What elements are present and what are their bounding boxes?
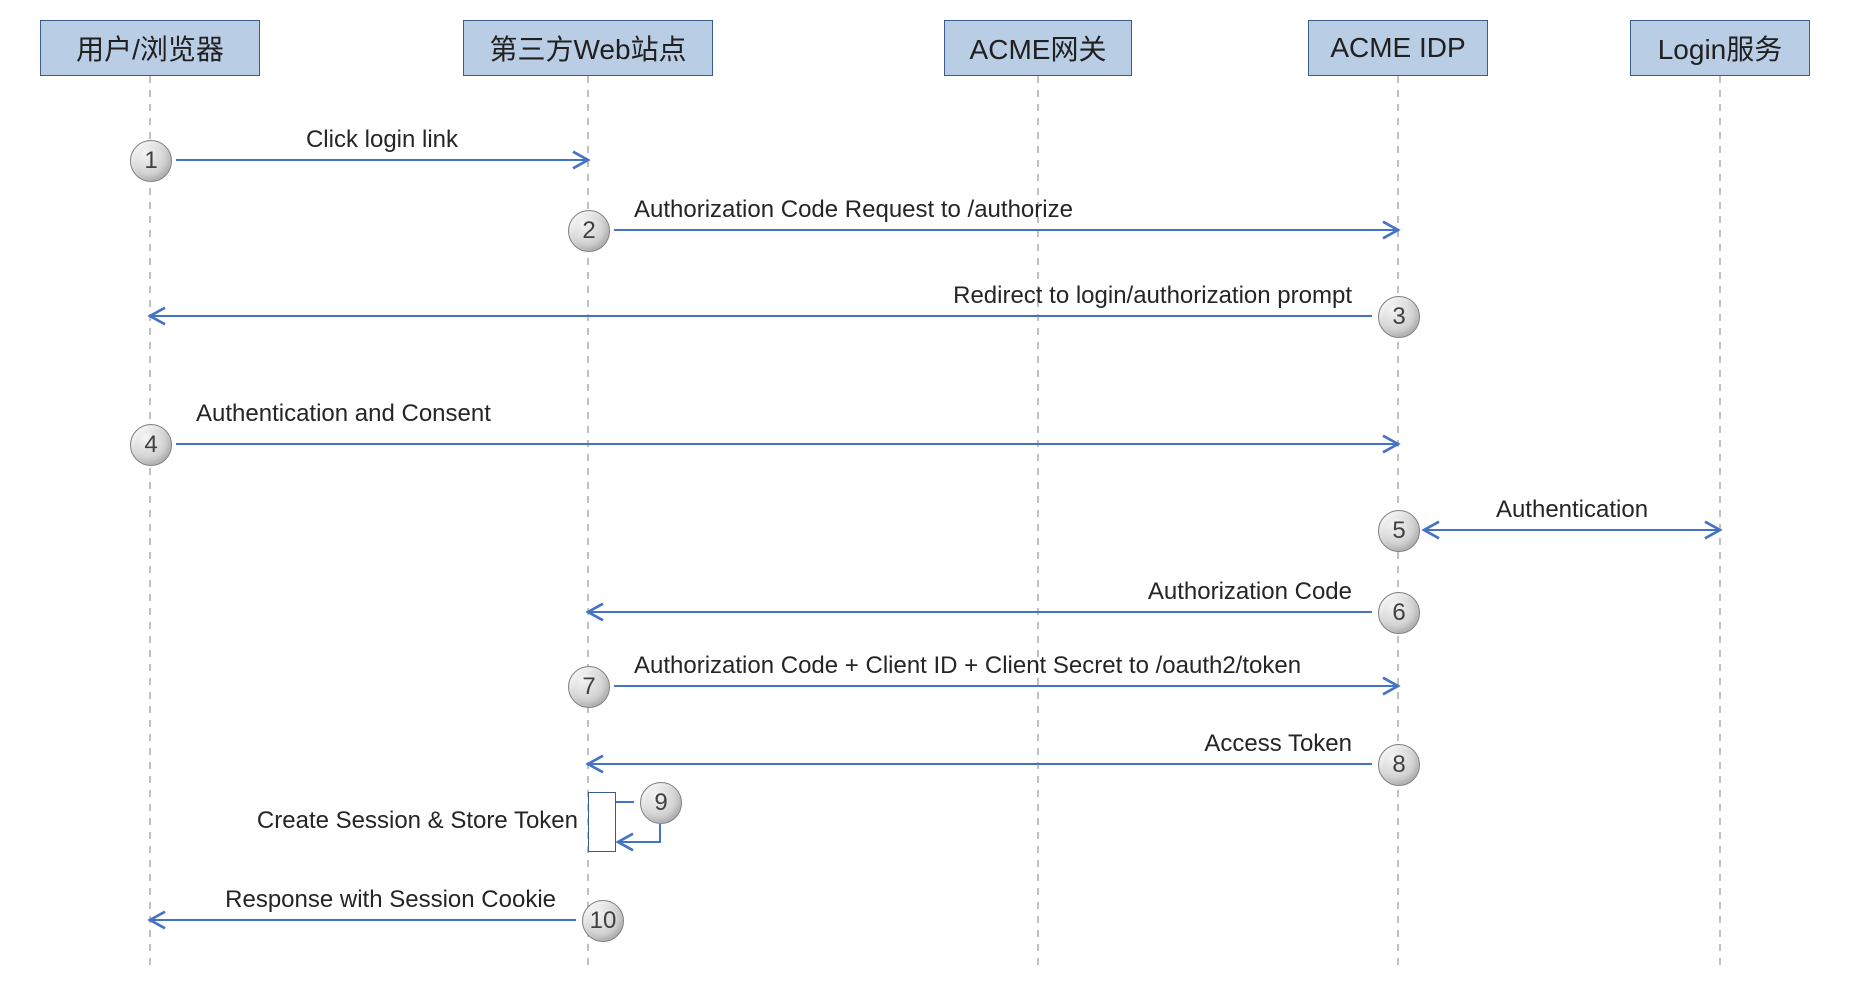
msg-label-9: Create Session & Store Token — [257, 807, 578, 835]
step-circle-1: 1 — [130, 140, 172, 182]
step-circle-10: 10 — [582, 900, 624, 942]
step-circle-2: 2 — [568, 210, 610, 252]
step-circle-9: 9 — [640, 782, 682, 824]
msg-label-5: Authentication — [1496, 496, 1648, 524]
msg-label-1: Click login link — [306, 126, 458, 154]
step-circle-6: 6 — [1378, 592, 1420, 634]
step-circle-3: 3 — [1378, 296, 1420, 338]
step-circle-8: 8 — [1378, 744, 1420, 786]
sequence-diagram-svg — [0, 0, 1856, 986]
msg-label-2: Authorization Code Request to /authorize — [634, 196, 1073, 224]
actor-user-browser: 用户/浏览器 — [40, 20, 260, 76]
actor-acme-gateway: ACME网关 — [944, 20, 1132, 76]
msg-label-3: Redirect to login/authorization prompt — [953, 282, 1352, 310]
step-circle-4: 4 — [130, 424, 172, 466]
step-circle-7: 7 — [568, 666, 610, 708]
step-circle-5: 5 — [1378, 510, 1420, 552]
msg-label-10: Response with Session Cookie — [225, 886, 556, 914]
msg-label-8: Access Token — [1204, 730, 1352, 758]
msg-label-6: Authorization Code — [1148, 578, 1352, 606]
msg-label-7: Authorization Code + Client ID + Client … — [634, 652, 1301, 680]
activation-bar — [588, 792, 616, 852]
msg-label-4: Authentication and Consent — [196, 400, 491, 428]
actor-third-party-site: 第三方Web站点 — [463, 20, 713, 76]
actor-acme-idp: ACME IDP — [1308, 20, 1488, 76]
actor-login-service: Login服务 — [1630, 20, 1810, 76]
